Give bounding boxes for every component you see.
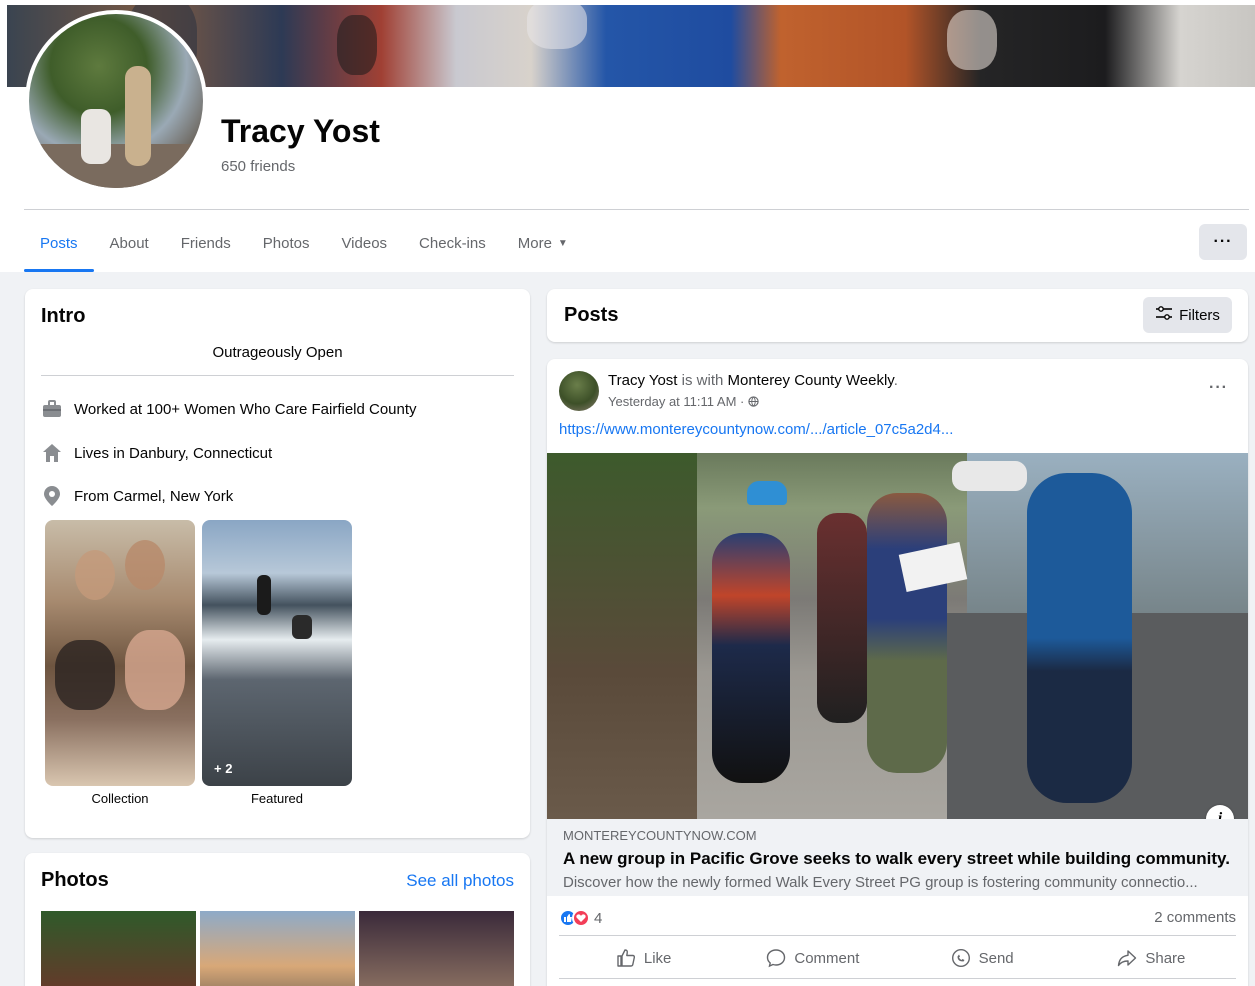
messenger-icon	[951, 948, 970, 968]
tab-posts[interactable]: Posts	[24, 215, 94, 272]
link-preview-title: A new group in Pacific Grove seeks to wa…	[563, 849, 1230, 868]
divider	[41, 375, 514, 376]
link-preview[interactable]: MONTEREYCOUNTYNOW.COM A new group in Pac…	[547, 819, 1248, 896]
friends-count[interactable]: 650 friends	[221, 158, 295, 175]
post-actions: Like Comment Send Share	[559, 937, 1236, 979]
tab-about[interactable]: About	[94, 215, 165, 272]
comment-button[interactable]: Comment	[728, 937, 897, 979]
tab-check-ins[interactable]: Check-ins	[403, 215, 502, 272]
briefcase-icon	[41, 398, 63, 420]
intro-lives: Lives in Danbury, Connecticut	[41, 441, 272, 465]
link-preview-description: Discover how the newly formed Walk Every…	[563, 874, 1198, 891]
post-options-button[interactable]: ···	[1209, 379, 1228, 397]
intro-card: Intro Outrageously Open Worked at 100+ W…	[25, 289, 530, 838]
profile-name: Tracy Yost	[221, 113, 380, 149]
comment-icon	[767, 949, 786, 968]
profile-header: Tracy Yost 650 friends Posts About Frien…	[0, 0, 1255, 272]
home-icon	[41, 442, 63, 464]
intro-title: Intro	[41, 305, 86, 327]
posts-header-card: Posts Filters	[547, 289, 1248, 342]
location-pin-icon	[41, 485, 63, 507]
profile-more-button[interactable]: ···	[1199, 224, 1247, 260]
post-author-avatar[interactable]	[559, 371, 599, 411]
share-button[interactable]: Share	[1067, 937, 1236, 979]
link-preview-domain: MONTEREYCOUNTYNOW.COM	[563, 828, 757, 843]
reaction-count: 4	[594, 909, 603, 927]
photo-thumbnail[interactable]	[200, 911, 355, 986]
from-link[interactable]: Carmel, New York	[113, 488, 233, 505]
divider	[559, 978, 1236, 979]
comment-count[interactable]: 2 comments	[1154, 909, 1236, 926]
thumbs-up-icon	[617, 949, 635, 967]
profile-tabs: Posts About Friends Photos Videos Check-…	[24, 215, 584, 272]
post-link-image[interactable]	[547, 453, 1248, 819]
post-timestamp[interactable]: Yesterday at 11:11 AM ·	[608, 394, 759, 409]
see-all-photos-link[interactable]: See all photos	[406, 871, 514, 891]
filters-icon	[1155, 306, 1173, 324]
photo-thumbnail[interactable]	[359, 911, 514, 986]
tab-photos[interactable]: Photos	[247, 215, 326, 272]
featured-count-badge: + 2	[214, 761, 233, 776]
post-link[interactable]: https://www.montereycountynow.com/.../ar…	[559, 421, 953, 438]
tab-friends[interactable]: Friends	[165, 215, 247, 272]
featured-label: Collection	[91, 791, 149, 806]
photos-card: Photos See all photos	[25, 853, 530, 986]
posts-title: Posts	[564, 304, 619, 326]
post-card: Tracy Yost is with Monterey County Weekl…	[547, 359, 1248, 986]
photos-title: Photos	[41, 869, 109, 891]
love-reaction-icon	[572, 909, 590, 927]
tab-videos[interactable]: Videos	[325, 215, 403, 272]
tab-more[interactable]: More ▼	[502, 215, 584, 272]
intro-from: From Carmel, New York	[41, 484, 233, 508]
divider	[559, 935, 1236, 936]
post-author-line: Tracy Yost is with Monterey County Weekl…	[608, 372, 898, 389]
work-link[interactable]: 100+ Women Who Care Fairfield County	[146, 401, 416, 418]
share-icon	[1118, 950, 1137, 967]
send-button[interactable]: Send	[898, 937, 1067, 979]
divider	[24, 209, 1249, 210]
globe-icon	[748, 394, 759, 409]
intro-bio: Outrageously Open	[212, 344, 343, 361]
featured-featured[interactable]: + 2	[202, 520, 352, 786]
photo-thumbnail[interactable]	[41, 911, 196, 986]
post-author-name[interactable]: Tracy Yost	[608, 372, 677, 389]
filters-button[interactable]: Filters	[1143, 297, 1232, 333]
featured-label: Featured	[250, 791, 304, 806]
like-button[interactable]: Like	[559, 937, 728, 979]
lives-link[interactable]: Danbury, Connecticut	[129, 445, 272, 462]
featured-collection[interactable]	[45, 520, 195, 786]
reactions-summary[interactable]: 4	[559, 907, 602, 929]
caret-down-icon: ▼	[557, 238, 568, 249]
post-tagged-page[interactable]: Monterey County Weekly	[728, 372, 894, 389]
profile-picture[interactable]	[25, 10, 207, 192]
intro-work: Worked at 100+ Women Who Care Fairfield …	[41, 397, 417, 421]
